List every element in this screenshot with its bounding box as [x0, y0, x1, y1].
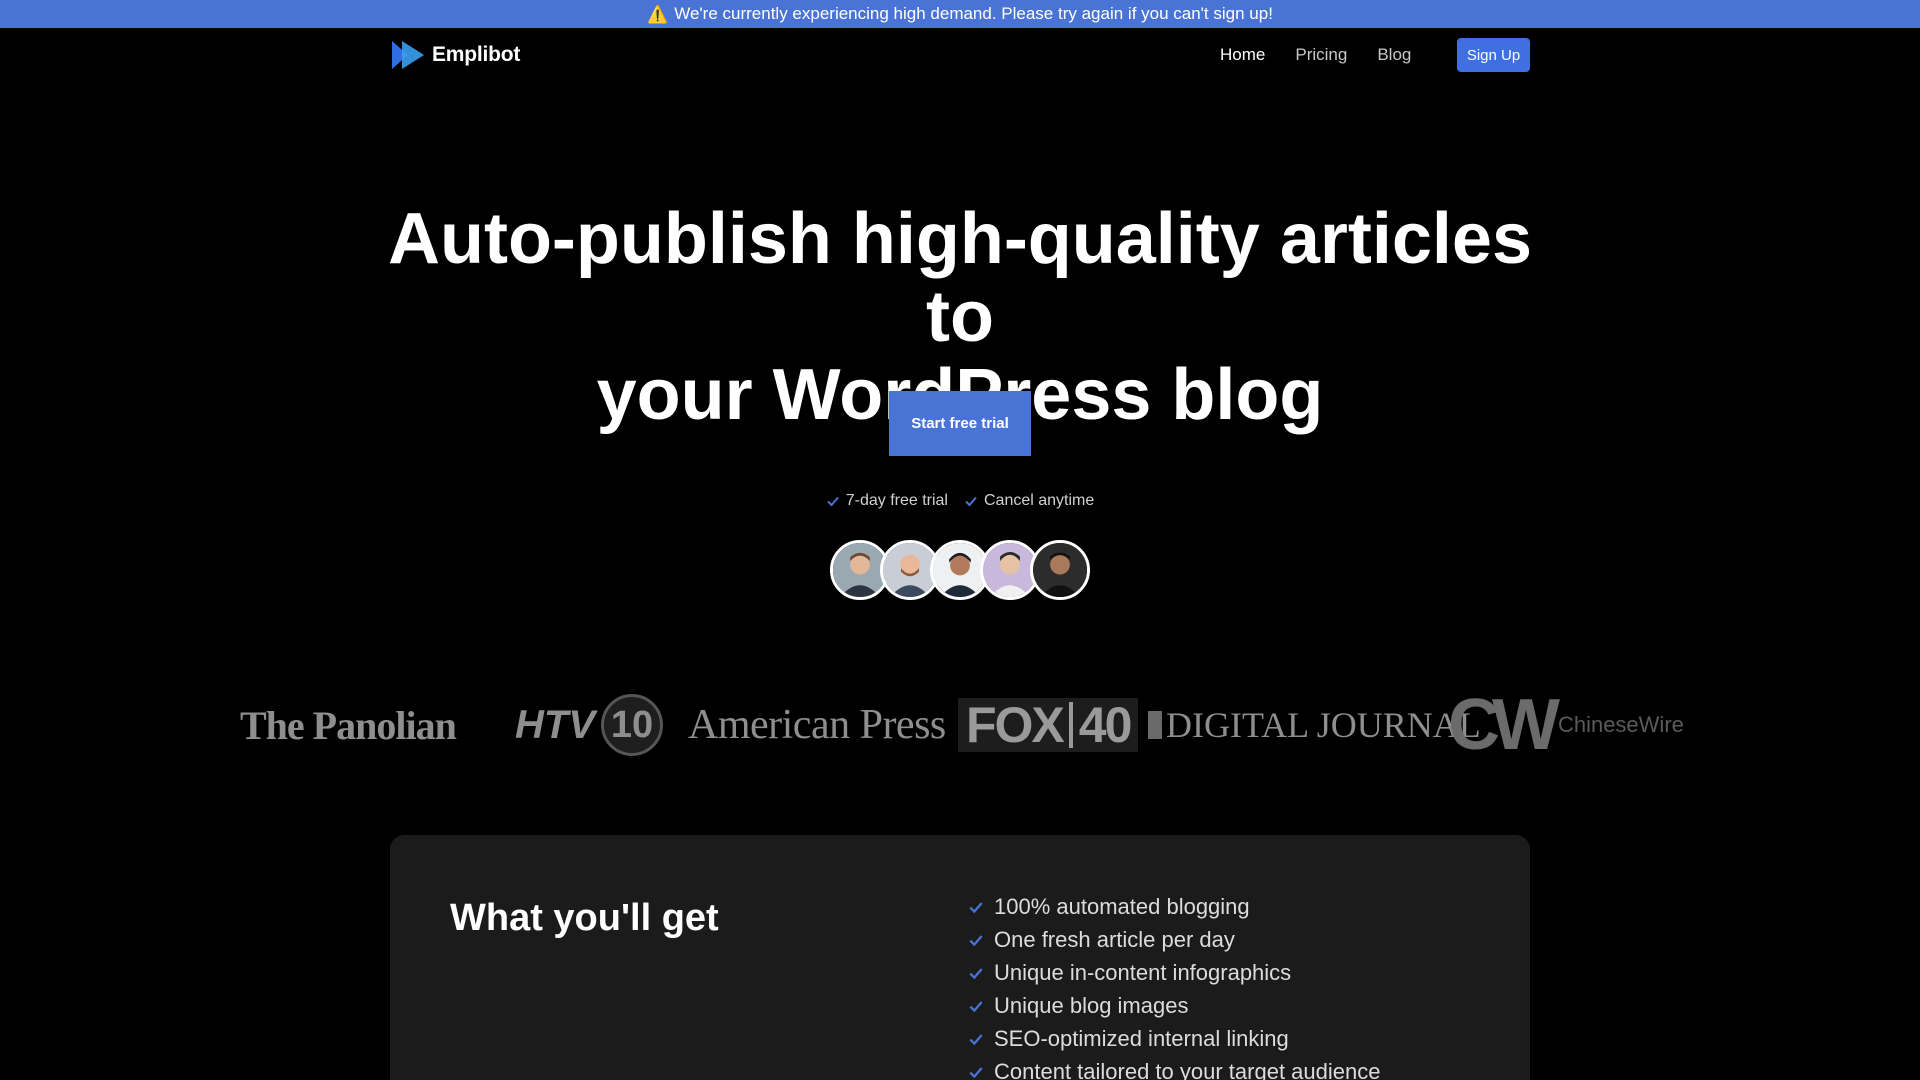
- warning-icon: ⚠️: [647, 4, 669, 24]
- perk-label: 7-day free trial: [845, 492, 948, 509]
- nav-link-blog[interactable]: Blog: [1377, 45, 1411, 65]
- feature-label: Unique in-content infographics: [994, 959, 1292, 985]
- feature-label: Unique blog images: [994, 992, 1189, 1018]
- feature-label: Content tailored to your target audience: [994, 1058, 1381, 1080]
- fox40-logo-box: FOX 40: [958, 697, 1139, 753]
- digital-journal-logo: DIGITAL JOURNAL: [1148, 690, 1481, 760]
- announcement-banner: ⚠️ We're currently experiencing high dem…: [0, 0, 1920, 28]
- check-icon: [969, 967, 983, 979]
- logo[interactable]: Emplibot: [390, 39, 520, 71]
- check-icon: [827, 496, 839, 507]
- american-press-logo-text: American Press: [688, 702, 946, 748]
- feature-label: SEO-optimized internal linking: [994, 1025, 1289, 1051]
- feature-item: SEO-optimized internal linking: [968, 1022, 1380, 1055]
- perks-list: 7-day free trial Cancel anytime: [0, 492, 1920, 510]
- digital-journal-mark: [1148, 711, 1162, 739]
- feature-item: One fresh article per day: [968, 923, 1380, 956]
- htv-logo-text: HTV: [515, 702, 595, 747]
- hero-title-line-1: Auto-publish high-quality articles to: [387, 199, 1533, 357]
- fox40-logo: FOX 40: [958, 690, 1139, 760]
- chinesewire-logo: CW ChineseWire: [1448, 685, 1684, 765]
- avatar: [1030, 540, 1090, 600]
- check-icon: [969, 1000, 983, 1012]
- check-icon: [969, 934, 983, 946]
- feature-item: Unique in-content infographics: [968, 956, 1380, 989]
- feature-label: 100% automated blogging: [994, 893, 1250, 919]
- feature-item: Content tailored to your target audience: [968, 1055, 1380, 1080]
- features-card: What you'll get 100% automated blogging …: [390, 835, 1530, 1080]
- digital-journal-logo-text: DIGITAL JOURNAL: [1166, 705, 1481, 745]
- htv-logo-number: 10: [601, 694, 663, 756]
- nav-links: Home Pricing Blog: [1220, 28, 1411, 82]
- sign-up-button[interactable]: Sign Up: [1457, 38, 1530, 72]
- nav-link-pricing[interactable]: Pricing: [1295, 45, 1347, 65]
- feature-label: One fresh article per day: [994, 926, 1235, 952]
- panolian-logo: The Panolian: [240, 690, 457, 760]
- check-icon: [969, 901, 983, 913]
- htv10-logo: HTV 10: [515, 690, 663, 760]
- top-nav: Emplibot Home Pricing Blog Sign Up: [0, 28, 1920, 82]
- banner-text: We're currently experiencing high demand…: [674, 4, 1273, 23]
- perk-label: Cancel anytime: [983, 492, 1095, 509]
- customer-avatars: [830, 540, 1090, 600]
- logo-play-icon: [392, 41, 424, 69]
- fox-logo-divider: [1068, 702, 1073, 748]
- chinesewire-logo-text: ChineseWire: [1557, 712, 1684, 737]
- fox-logo-text: FOX: [966, 697, 1065, 753]
- american-press-logo: American Press: [688, 690, 946, 760]
- fox-logo-number: 40: [1078, 697, 1133, 753]
- cw-logo-mark: CW: [1448, 685, 1560, 765]
- panolian-logo-text: The Panolian: [240, 702, 457, 748]
- perk-item: 7-day free trial: [826, 492, 948, 510]
- features-list: 100% automated blogging One fresh articl…: [968, 890, 1380, 1080]
- nav-link-home[interactable]: Home: [1220, 45, 1265, 65]
- check-icon: [965, 496, 977, 507]
- start-free-trial-button[interactable]: Start free trial: [889, 391, 1031, 456]
- perk-item: Cancel anytime: [964, 492, 1094, 510]
- features-card-title: What you'll get: [450, 897, 719, 939]
- check-icon: [969, 1033, 983, 1045]
- check-icon: [969, 1066, 983, 1078]
- press-logos: The Panolian HTV 10 American Press FOX 4…: [0, 685, 1920, 765]
- feature-item: Unique blog images: [968, 989, 1380, 1022]
- logo-text: Emplibot: [432, 43, 521, 66]
- feature-item: 100% automated blogging: [968, 890, 1380, 923]
